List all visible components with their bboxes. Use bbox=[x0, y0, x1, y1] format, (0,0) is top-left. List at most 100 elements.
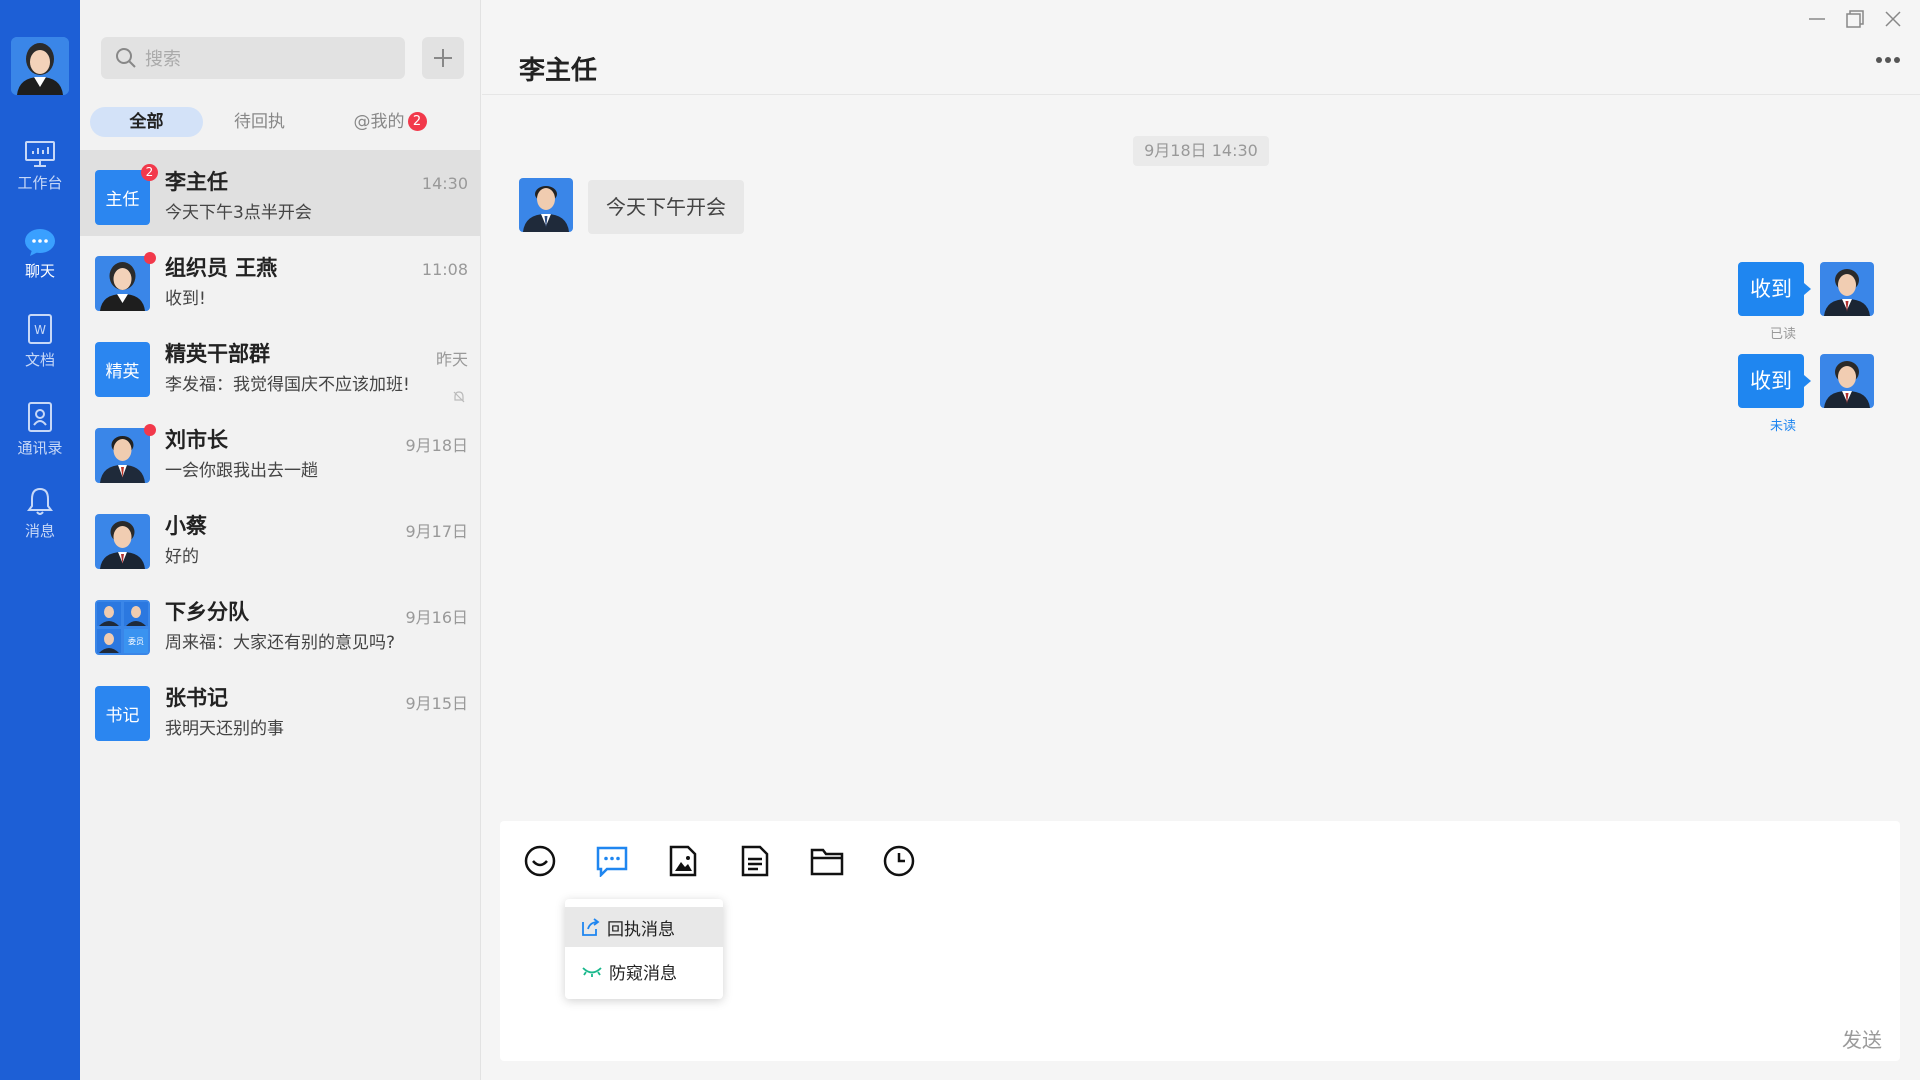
my-message-avatar[interactable] bbox=[1820, 262, 1874, 316]
nav-label: 文档 bbox=[24, 351, 55, 369]
sender-avatar[interactable] bbox=[519, 178, 573, 232]
tab-mentions[interactable]: @我的 2 bbox=[330, 107, 450, 137]
conversation-name: 精英干部群 bbox=[165, 342, 270, 366]
group-avatar-label: 委员 bbox=[128, 637, 144, 646]
tab-label: 全部 bbox=[129, 112, 164, 132]
tab-label: 待回执 bbox=[234, 112, 285, 132]
conversation-time: 14:30 bbox=[421, 174, 468, 193]
more-options-icon[interactable] bbox=[1875, 56, 1901, 64]
nav-workbench[interactable]: 工作台 bbox=[0, 140, 80, 210]
chat-header: 李主任 bbox=[482, 0, 1920, 95]
message-type-icon bbox=[596, 846, 628, 877]
conversation-name: 李主任 bbox=[165, 170, 228, 194]
conversation-name: 下乡分队 bbox=[165, 600, 249, 624]
conversation-time: 9月15日 bbox=[405, 694, 468, 713]
receipt-icon bbox=[582, 918, 600, 936]
message-type-menu: 回执消息 防窥消息 bbox=[565, 899, 723, 999]
clock-icon bbox=[883, 845, 915, 877]
conversation-preview: 好的 bbox=[165, 547, 199, 567]
nav-notifications[interactable]: 消息 bbox=[0, 486, 80, 556]
read-status: 已读 bbox=[1770, 327, 1797, 342]
minimize-icon[interactable] bbox=[1808, 10, 1826, 28]
nav-label: 聊天 bbox=[24, 262, 55, 280]
conversation-preview: 周来福：大家还有别的意见吗? bbox=[165, 633, 396, 653]
conversation-time: 9月16日 bbox=[405, 608, 468, 627]
conversation-preview: 一会你跟我出去一趟 bbox=[165, 461, 318, 481]
svg-text:W: W bbox=[34, 323, 46, 337]
message-timestamp: 9月18日 14:30 bbox=[1133, 136, 1269, 166]
conversation-name: 小蔡 bbox=[165, 514, 207, 538]
avatar bbox=[95, 256, 150, 311]
unread-status: 未读 bbox=[1770, 419, 1797, 434]
maximize-icon[interactable] bbox=[1846, 10, 1864, 28]
emoji-icon bbox=[524, 845, 556, 877]
unread-dot bbox=[144, 424, 156, 436]
nav-label: 通讯录 bbox=[17, 439, 63, 457]
conversation-preview: 收到! bbox=[165, 289, 206, 309]
close-icon[interactable] bbox=[1884, 10, 1902, 28]
folder-button[interactable] bbox=[807, 841, 847, 881]
file-button[interactable] bbox=[735, 841, 775, 881]
add-button[interactable] bbox=[422, 37, 464, 79]
conversation-name: 张书记 bbox=[165, 686, 228, 710]
conversation-name: 组织员 王燕 bbox=[165, 256, 278, 280]
chat-bubble-icon bbox=[25, 229, 55, 256]
tab-all[interactable]: 全部 bbox=[90, 107, 203, 137]
conversation-time: 昨天 bbox=[435, 350, 468, 369]
conversation-name: 刘市长 bbox=[165, 428, 228, 452]
menu-item-label: 回执消息 bbox=[607, 919, 675, 940]
search-input[interactable]: 搜索 bbox=[145, 45, 181, 71]
chat-title: 李主任 bbox=[519, 56, 598, 86]
avatar: 主任 bbox=[95, 170, 150, 225]
avatar bbox=[95, 428, 150, 483]
conversation-preview: 我明天还别的事 bbox=[165, 719, 284, 739]
bell-icon bbox=[27, 487, 53, 515]
conversation-item[interactable]: 小蔡 9月17日 好的 bbox=[80, 494, 480, 580]
conversation-item[interactable]: 组织员 王燕 11:08 收到! bbox=[80, 236, 480, 322]
nav-documents[interactable]: W 文档 bbox=[0, 313, 80, 383]
message-type-button[interactable] bbox=[592, 841, 632, 881]
plus-icon bbox=[434, 49, 452, 67]
conversation-preview: 李发福：我觉得国庆不应该加班! bbox=[165, 375, 410, 395]
emoji-button[interactable] bbox=[520, 841, 560, 881]
folder-icon bbox=[810, 848, 844, 876]
avatar bbox=[95, 514, 150, 569]
avatar: 精英 bbox=[95, 342, 150, 397]
nav-chat[interactable]: 聊天 bbox=[0, 228, 80, 298]
search-icon bbox=[116, 48, 136, 68]
conversation-item[interactable]: 刘市长 9月18日 一会你跟我出去一趟 bbox=[80, 408, 480, 494]
my-avatar[interactable] bbox=[11, 37, 69, 95]
monitor-icon bbox=[25, 141, 55, 167]
my-message-avatar[interactable] bbox=[1820, 354, 1874, 408]
tab-label: @我的 bbox=[353, 112, 405, 132]
conversation-item[interactable]: 委员 下乡分队 9月16日 周来福：大家还有别的意见吗? bbox=[80, 580, 480, 666]
mentions-count-badge: 2 bbox=[407, 112, 427, 131]
menu-item-receipt-message[interactable]: 回执消息 bbox=[565, 907, 723, 947]
conversation-item[interactable]: 精英 精英干部群 昨天 李发福：我觉得国庆不应该加班! bbox=[80, 322, 480, 408]
conversation-item[interactable]: 主任 2 李主任 14:30 今天下午3点半开会 bbox=[80, 150, 480, 236]
incoming-message-bubble[interactable]: 今天下午开会 bbox=[588, 180, 744, 234]
conversation-preview: 今天下午3点半开会 bbox=[165, 203, 312, 223]
avatar: 书记 bbox=[95, 686, 150, 741]
conversation-time: 9月17日 bbox=[405, 522, 468, 541]
history-button[interactable] bbox=[879, 841, 919, 881]
nav-label: 工作台 bbox=[17, 174, 63, 192]
filter-tabs: 全部 待回执 @我的 2 bbox=[90, 107, 470, 137]
outgoing-message-bubble[interactable]: 收到 bbox=[1738, 262, 1811, 316]
document-icon: W bbox=[28, 314, 52, 344]
conversation-item[interactable]: 书记 张书记 9月15日 我明天还别的事 bbox=[80, 666, 480, 752]
conversation-time: 9月18日 bbox=[405, 436, 468, 455]
conversation-list-panel: 搜索 全部 待回执 @我的 2 主任 2 李主任 14:30 今天下午3点半开会 … bbox=[80, 0, 481, 1080]
outgoing-message-bubble[interactable]: 收到 bbox=[1738, 354, 1811, 408]
conversation-time: 11:08 bbox=[421, 260, 468, 279]
menu-item-private-message[interactable]: 防窥消息 bbox=[565, 951, 723, 991]
message-composer[interactable]: 回执消息 防窥消息 发送 bbox=[500, 821, 1900, 1061]
unread-count-badge: 2 bbox=[141, 164, 158, 181]
send-button[interactable]: 发送 bbox=[1842, 1024, 1882, 1053]
nav-contacts[interactable]: 通讯录 bbox=[0, 401, 80, 471]
image-icon bbox=[669, 845, 697, 877]
image-button[interactable] bbox=[663, 841, 703, 881]
mute-bell-icon bbox=[453, 391, 465, 403]
tab-pending-receipt[interactable]: 待回执 bbox=[203, 107, 316, 137]
search-box[interactable]: 搜索 bbox=[101, 37, 405, 79]
